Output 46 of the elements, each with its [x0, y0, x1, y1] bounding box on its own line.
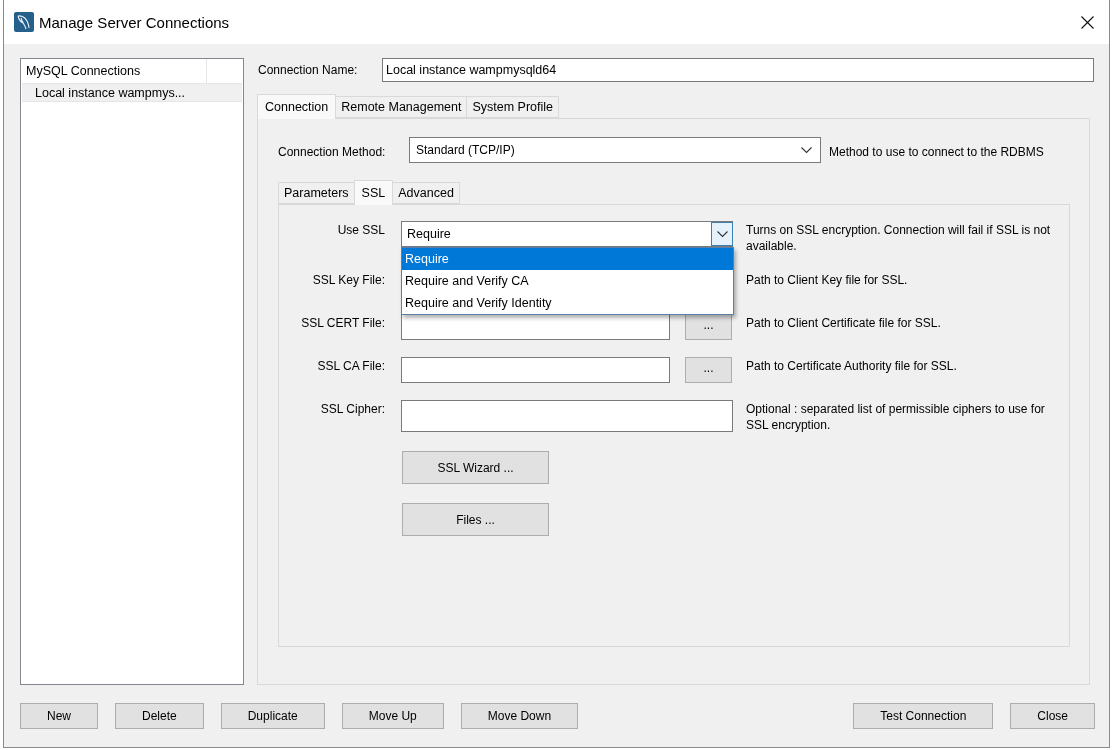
- list-item[interactable]: Local instance wampmys...: [22, 83, 242, 102]
- field-description: Path to Client Certificate file for SSL.: [746, 315, 942, 331]
- method-select[interactable]: Standard (TCP/IP): [409, 137, 821, 163]
- input-field[interactable]: [401, 314, 670, 340]
- footer-button[interactable]: Close: [1010, 703, 1095, 729]
- footer-button[interactable]: Delete: [115, 703, 204, 729]
- footer-button[interactable]: Move Up: [341, 703, 444, 729]
- field-label: Connection Name:: [257, 63, 359, 77]
- chevron-down-icon: [801, 146, 812, 154]
- field-label: Connection Method:: [278, 144, 387, 159]
- field-label: SSL Key File:: [311, 272, 385, 287]
- window-title: Manage Server Connections: [39, 13, 231, 31]
- dropdown-button[interactable]: [711, 222, 733, 246]
- tab[interactable]: SSL: [353, 180, 394, 205]
- footer-button[interactable]: Move Down: [460, 703, 579, 729]
- input-field[interactable]: [401, 357, 670, 383]
- tab[interactable]: System Profile: [466, 96, 560, 118]
- app-icon: [14, 12, 34, 32]
- action-button[interactable]: SSL Wizard ...: [402, 451, 549, 484]
- field-description: Path to Certificate Authority file for SSL.: [746, 358, 958, 374]
- input-field[interactable]: [401, 400, 733, 432]
- tab[interactable]: Advanced: [392, 182, 460, 204]
- action-button[interactable]: Files ...: [402, 503, 549, 536]
- dropdown-option[interactable]: Require: [402, 248, 733, 270]
- chevron-down-icon: [716, 230, 728, 238]
- field-label: Use SSL: [336, 222, 385, 237]
- field-label: SSL CERT File:: [300, 315, 385, 330]
- field-description: Method to use to connect to the RDBMS: [829, 144, 1044, 160]
- close-icon[interactable]: [1081, 15, 1094, 29]
- footer-button[interactable]: Test Connection: [853, 703, 994, 729]
- name-field[interactable]: Local instance wampmysqld64: [382, 58, 1094, 82]
- ssl-select[interactable]: Require: [401, 221, 733, 247]
- dropdown-option[interactable]: Require and Verify CA: [402, 270, 733, 292]
- field-description: Optional : separated list of permissible ciphers to use for SSL encryption.: [746, 401, 1046, 433]
- field-label: SSL CA File:: [316, 358, 385, 373]
- tab[interactable]: Parameters: [278, 182, 355, 204]
- tab[interactable]: Remote Management: [335, 96, 468, 118]
- field-description: Turns on SSL encryption. Connection will fail if SSL is not available.: [746, 222, 1052, 254]
- browse-button[interactable]: ...: [685, 357, 732, 383]
- tab[interactable]: Connection: [257, 94, 337, 119]
- field-description: Path to Client Key file for SSL.: [746, 272, 909, 288]
- footer-button[interactable]: Duplicate: [220, 703, 325, 729]
- browse-button[interactable]: ...: [685, 314, 732, 340]
- footer-button[interactable]: New: [20, 703, 98, 729]
- dropdown-option[interactable]: Require and Verify Identity: [402, 292, 733, 314]
- field-label: SSL Cipher:: [319, 401, 385, 416]
